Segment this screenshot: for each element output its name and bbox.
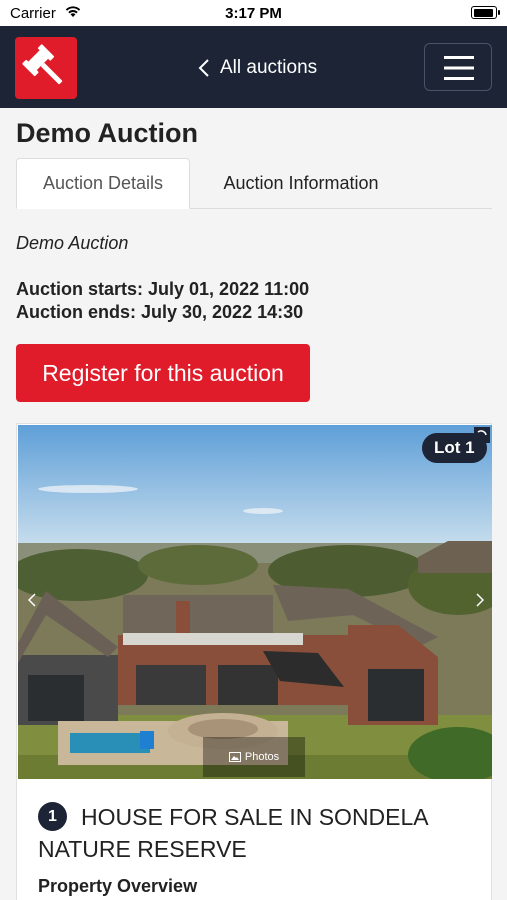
tab-bar: Auction Details Auction Information (16, 158, 492, 209)
status-time: 3:17 PM (225, 5, 282, 22)
top-navbar: All auctions (0, 26, 507, 108)
hamburger-icon (444, 56, 474, 80)
tab-auction-information[interactable]: Auction Information (196, 158, 406, 209)
image-icon (228, 752, 241, 762)
house-photo (18, 425, 492, 779)
tab-auction-details[interactable]: Auction Details (16, 158, 190, 209)
lot-number-badge: 1 (38, 802, 67, 831)
page-title: Demo Auction (16, 118, 198, 148)
carousel-next-button[interactable] (470, 585, 490, 615)
chevron-right-icon (476, 593, 484, 607)
property-overview-heading: Property Overview (38, 876, 198, 896)
menu-button[interactable] (424, 43, 492, 91)
refresh-icon[interactable] (474, 427, 490, 443)
chevron-left-icon (28, 593, 36, 607)
lot-card[interactable]: Lot 1 Photos HOUSE FOR SALE IN SONDELA N… (16, 423, 492, 900)
back-link-label: All auctions (220, 57, 318, 78)
status-bar: Carrier 3:17 PM (0, 0, 507, 26)
photos-button[interactable]: Photos (203, 737, 305, 777)
back-to-all-auctions-link[interactable]: All auctions (198, 55, 317, 81)
gavel-icon[interactable] (15, 37, 77, 99)
carousel-prev-button[interactable] (22, 585, 42, 615)
battery-level (473, 8, 493, 17)
auction-name: Demo Auction (16, 233, 129, 253)
lot-photo-carousel[interactable]: Lot 1 Photos (18, 425, 492, 779)
register-button[interactable]: Register for this auction (16, 344, 310, 402)
auction-start-time: Auction starts: July 01, 2022 11:00 (16, 279, 310, 299)
battery-icon (471, 6, 500, 19)
photos-label: Photos (244, 751, 280, 763)
lot-title[interactable]: HOUSE FOR SALE IN SONDELA NATURE RESERVE (38, 801, 478, 865)
auction-end-time: Auction ends: July 30, 2022 14:30 (16, 302, 304, 322)
chevron-left-icon (198, 59, 209, 77)
